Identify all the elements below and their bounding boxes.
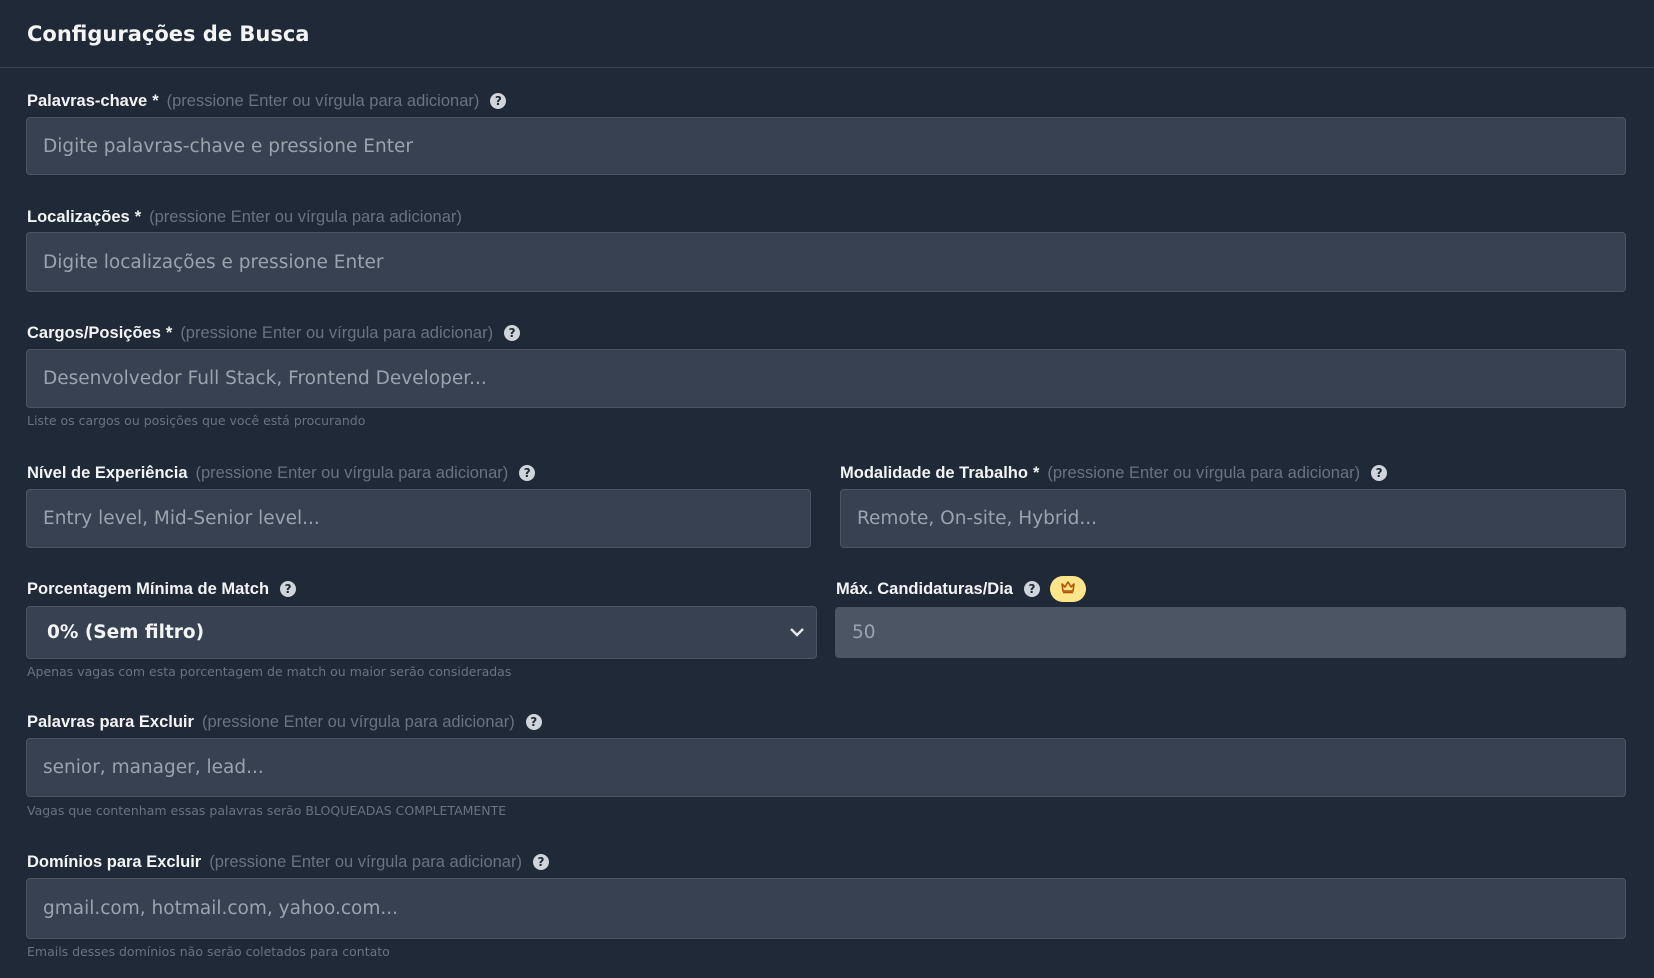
work-mode-placeholder: Remote, On-site, Hybrid...: [857, 508, 1098, 529]
add-hint: (pressione Enter ou vírgula para adicion…: [149, 207, 462, 226]
required-mark: *: [134, 207, 142, 226]
exclude-words-label: Palavras para Excluir: [27, 712, 194, 731]
required-mark: *: [165, 323, 173, 342]
exclude-domains-placeholder: gmail.com, hotmail.com, yahoo.com...: [43, 898, 398, 919]
premium-badge: [1049, 576, 1086, 602]
max-apps-value: 50: [852, 622, 876, 643]
locations-label-row: Localizações * (pressione Enter ou vírgu…: [27, 206, 462, 228]
question-circle-icon[interactable]: ?: [532, 854, 549, 870]
min-match-label-row: Porcentagem Mínima de Match ?: [27, 578, 297, 600]
add-hint: (pressione Enter ou vírgula para adicion…: [195, 463, 509, 482]
crown-icon: [1060, 580, 1076, 599]
work-mode-label-row: Modalidade de Trabalho * (pressione Ente…: [840, 462, 1388, 484]
exclude-words-label-row: Palavras para Excluir (pressione Enter o…: [27, 711, 542, 733]
add-hint: (pressione Enter ou vírgula para adicion…: [1047, 463, 1361, 482]
page-header: Configurações de Busca: [0, 0, 1654, 68]
chevron-down-icon: [790, 625, 804, 641]
required-mark: *: [152, 91, 159, 110]
max-apps-input[interactable]: 50: [835, 607, 1626, 658]
add-hint: (pressione Enter ou vírgula para adicion…: [180, 323, 494, 342]
min-match-value: 0% (Sem filtro): [47, 622, 205, 643]
max-apps-label: Máx. Candidaturas/Dia: [836, 579, 1013, 598]
experience-placeholder: Entry level, Mid-Senior level...: [43, 508, 320, 529]
max-apps-label-row: Máx. Candidaturas/Dia ?: [836, 575, 1086, 603]
experience-input[interactable]: Entry level, Mid-Senior level...: [26, 489, 811, 548]
page-title: Configurações de Busca: [27, 21, 310, 46]
locations-label: Localizações: [27, 207, 130, 226]
exclude-domains-label-row: Domínios para Excluir (pressione Enter o…: [27, 851, 549, 873]
positions-label: Cargos/Posições: [27, 323, 161, 342]
exclude-words-helper-text: Vagas que contenham essas palavras serão…: [27, 803, 507, 818]
experience-label-row: Nível de Experiência (pressione Enter ou…: [27, 462, 536, 484]
min-match-select[interactable]: 0% (Sem filtro): [26, 606, 817, 659]
positions-label-row: Cargos/Posições * (pressione Enter ou ví…: [27, 322, 521, 344]
exclude-domains-helper-text: Emails desses domínios não serão coletad…: [27, 944, 390, 959]
positions-input[interactable]: Desenvolvedor Full Stack, Frontend Devel…: [26, 349, 1626, 408]
question-circle-icon[interactable]: ?: [490, 93, 507, 109]
exclude-domains-input[interactable]: gmail.com, hotmail.com, yahoo.com...: [26, 878, 1626, 939]
work-mode-label: Modalidade de Trabalho: [840, 463, 1028, 482]
question-circle-icon[interactable]: ?: [1371, 465, 1388, 481]
question-circle-icon[interactable]: ?: [504, 325, 521, 341]
question-circle-icon[interactable]: ?: [519, 465, 536, 481]
experience-label: Nível de Experiência: [27, 463, 188, 482]
min-match-label: Porcentagem Mínima de Match: [27, 579, 270, 598]
question-circle-icon[interactable]: ?: [280, 581, 297, 597]
keywords-input[interactable]: Digite palavras-chave e pressione Enter: [26, 117, 1626, 175]
locations-input[interactable]: Digite localizações e pressione Enter: [26, 232, 1626, 292]
exclude-words-placeholder: senior, manager, lead...: [43, 757, 264, 778]
positions-helper-text: Liste os cargos ou posições que você est…: [27, 413, 366, 428]
add-hint: (pressione Enter ou vírgula para adicion…: [209, 852, 522, 871]
keywords-placeholder: Digite palavras-chave e pressione Enter: [43, 135, 413, 157]
question-circle-icon[interactable]: ?: [525, 714, 542, 730]
keywords-label-row: Palavras-chave * (pressione Enter ou vír…: [27, 90, 507, 112]
exclude-domains-label: Domínios para Excluir: [27, 852, 202, 871]
add-hint: (pressione Enter ou vírgula para adicion…: [201, 712, 515, 731]
required-mark: *: [1032, 463, 1040, 482]
question-circle-icon[interactable]: ?: [1023, 581, 1040, 597]
locations-placeholder: Digite localizações e pressione Enter: [43, 251, 384, 273]
min-match-helper-text: Apenas vagas com esta porcentagem de mat…: [27, 664, 512, 679]
positions-placeholder: Desenvolvedor Full Stack, Frontend Devel…: [43, 368, 487, 389]
add-hint: (pressione Enter ou vírgula para adicion…: [166, 91, 480, 110]
exclude-words-input[interactable]: senior, manager, lead...: [26, 738, 1626, 797]
work-mode-input[interactable]: Remote, On-site, Hybrid...: [840, 489, 1626, 548]
keywords-label: Palavras-chave: [27, 91, 148, 110]
